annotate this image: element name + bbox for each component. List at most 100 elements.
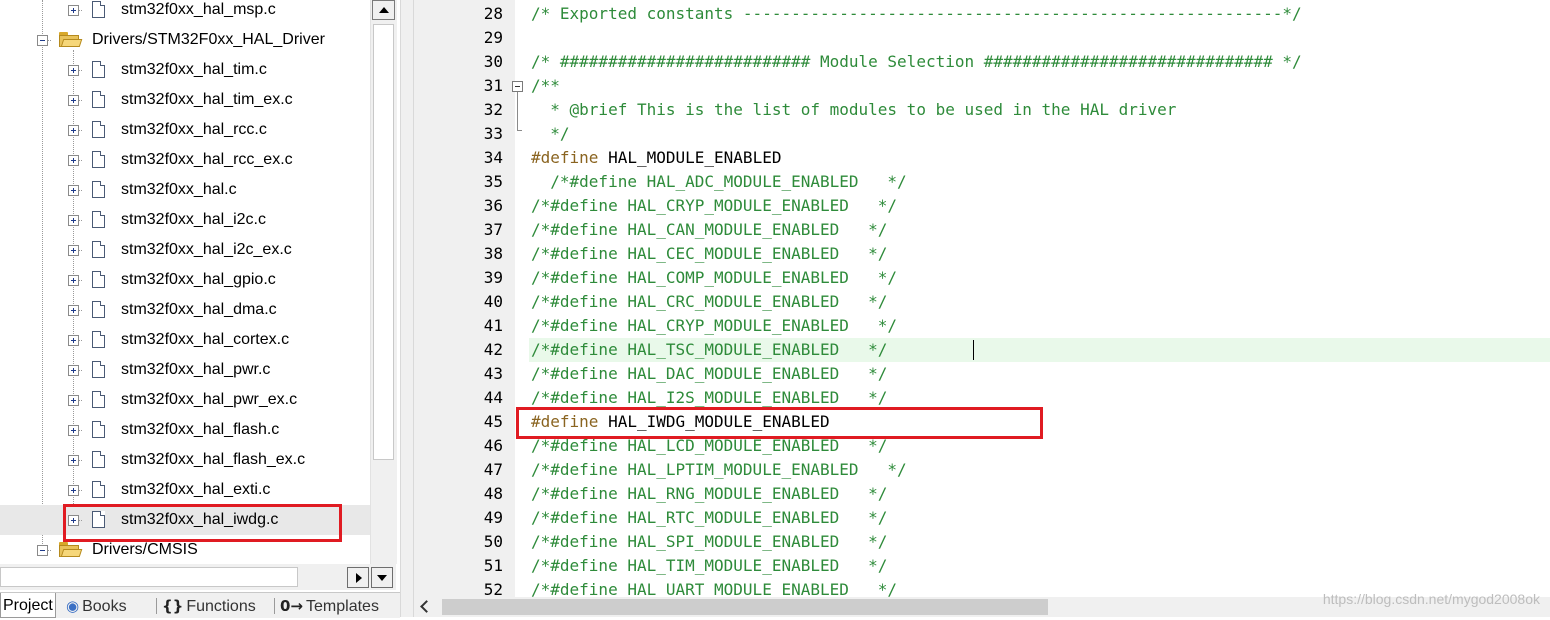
expand-icon[interactable] xyxy=(68,365,79,376)
code-line-45[interactable]: 45 #define HAL_IWDG_MODULE_ENABLED xyxy=(414,410,1550,434)
code-line-48[interactable]: 48 /*#define HAL_RNG_MODULE_ENABLED */ xyxy=(414,482,1550,506)
line-number: 40 xyxy=(483,292,503,311)
expand-icon[interactable] xyxy=(68,335,79,346)
code-line-43[interactable]: 43 /*#define HAL_DAC_MODULE_ENABLED */ xyxy=(414,362,1550,386)
expand-icon[interactable] xyxy=(68,395,79,406)
code-line-41[interactable]: 41 /*#define HAL_CRYP_MODULE_ENABLED */ xyxy=(414,314,1550,338)
tree-file-stm32f0xx-hal-dma-c[interactable]: stm32f0xx_hal_dma.c xyxy=(0,295,370,325)
code-line-39[interactable]: 39 /*#define HAL_COMP_MODULE_ENABLED */ xyxy=(414,266,1550,290)
expand-icon[interactable] xyxy=(68,5,79,16)
expand-icon[interactable] xyxy=(68,65,79,76)
tree-file-stm32f0xx-hal-exti-c[interactable]: stm32f0xx_hal_exti.c xyxy=(0,475,370,505)
code-line-42[interactable]: 42 /*#define HAL_TSC_MODULE_ENABLED */ xyxy=(414,338,1550,362)
scroll-down-button[interactable] xyxy=(371,567,393,588)
line-number: 43 xyxy=(483,364,503,383)
tree-file-stm32f0xx-hal-pwr-ex-c[interactable]: stm32f0xx_hal_pwr_ex.c xyxy=(0,385,370,415)
c-file-icon xyxy=(92,511,105,528)
expand-icon[interactable] xyxy=(68,515,79,526)
tab-separator xyxy=(156,598,157,614)
scroll-thumb[interactable] xyxy=(373,24,394,460)
expand-icon[interactable] xyxy=(68,215,79,226)
tree-item-label: stm32f0xx_hal_pwr_ex.c xyxy=(121,391,298,408)
fold-collapse-icon[interactable] xyxy=(512,81,523,92)
line-number: 35 xyxy=(483,172,503,191)
expand-icon[interactable] xyxy=(68,95,79,106)
code-line-49[interactable]: 49 /*#define HAL_RTC_MODULE_ENABLED */ xyxy=(414,506,1550,530)
tree-folder-drivers-stm32f0xx-hal-driver[interactable]: Drivers/STM32F0xx_HAL_Driver xyxy=(0,25,370,55)
expand-icon[interactable] xyxy=(68,305,79,316)
code-line-31[interactable]: 31 /** xyxy=(414,74,1550,130)
collapse-icon[interactable] xyxy=(37,545,48,556)
watermark: https://blog.csdn.net/mygod2008ok xyxy=(1322,591,1540,607)
code-line-47[interactable]: 47 /*#define HAL_LPTIM_MODULE_ENABLED */ xyxy=(414,458,1550,482)
expand-icon[interactable] xyxy=(68,455,79,466)
code-text: #define HAL_IWDG_MODULE_ENABLED xyxy=(531,410,830,434)
c-file-icon xyxy=(92,451,105,468)
code-line-34[interactable]: 34 #define HAL_MODULE_ENABLED xyxy=(414,146,1550,170)
tab-books[interactable]: ◉ Books xyxy=(66,593,127,618)
tree-file-stm32f0xx-hal-i2c-ex-c[interactable]: stm32f0xx_hal_i2c_ex.c xyxy=(0,235,370,265)
tree-file-stm32f0xx-hal-tim-ex-c[interactable]: stm32f0xx_hal_tim_ex.c xyxy=(0,85,370,115)
panel-splitter[interactable] xyxy=(400,0,414,617)
scroll-thumb[interactable] xyxy=(0,567,298,587)
expand-icon[interactable] xyxy=(68,155,79,166)
tree-folder-drivers-cmsis[interactable]: Drivers/CMSIS xyxy=(0,535,370,564)
code-line-50[interactable]: 50 /*#define HAL_SPI_MODULE_ENABLED */ xyxy=(414,530,1550,554)
tree-file-stm32f0xx-hal-tim-c[interactable]: stm32f0xx_hal_tim.c xyxy=(0,55,370,85)
code-text: /*#define HAL_COMP_MODULE_ENABLED */ xyxy=(531,268,898,287)
tree-horizontal-scrollbar[interactable] xyxy=(0,564,396,590)
code-line-28[interactable]: 28 /* Exported constants ----------------… xyxy=(414,2,1550,26)
code-line-35[interactable]: 35 /*#define HAL_ADC_MODULE_ENABLED */ xyxy=(414,170,1550,194)
expand-icon[interactable] xyxy=(68,125,79,136)
tree-file-stm32f0xx-hal-c[interactable]: stm32f0xx_hal.c xyxy=(0,175,370,205)
expand-icon[interactable] xyxy=(68,425,79,436)
code-text: /*#define HAL_TSC_MODULE_ENABLED */ xyxy=(531,340,888,359)
collapse-icon[interactable] xyxy=(37,35,48,46)
tree-file-stm32f0xx-hal-i2c-c[interactable]: stm32f0xx_hal_i2c.c xyxy=(0,205,370,235)
expand-icon[interactable] xyxy=(68,185,79,196)
code-line-46[interactable]: 46 /*#define HAL_LCD_MODULE_ENABLED */ xyxy=(414,434,1550,458)
code-line-44[interactable]: 44 /*#define HAL_I2S_MODULE_ENABLED */ xyxy=(414,386,1550,410)
expand-icon[interactable] xyxy=(68,485,79,496)
code-line-32[interactable]: 32 * @brief This is the list of modules … xyxy=(414,98,1550,122)
tab-project[interactable]: Project xyxy=(0,593,56,618)
tree-file-stm32f0xx-hal-iwdg-c[interactable]: stm32f0xx_hal_iwdg.c xyxy=(0,505,370,535)
tree-item-label: stm32f0xx_hal_exti.c xyxy=(121,481,271,498)
line-number: 34 xyxy=(483,148,503,167)
code-line-33[interactable]: 33 */ xyxy=(414,122,1550,146)
code-line-38[interactable]: 38 /*#define HAL_CEC_MODULE_ENABLED */ xyxy=(414,242,1550,266)
tree-file-stm32f0xx-hal-flash-c[interactable]: stm32f0xx_hal_flash.c xyxy=(0,415,370,445)
tree-file-stm32f0xx-hal-rcc-c[interactable]: stm32f0xx_hal_rcc.c xyxy=(0,115,370,145)
code-text: /*#define HAL_LPTIM_MODULE_ENABLED */ xyxy=(531,460,907,479)
scroll-thumb[interactable] xyxy=(442,599,1048,615)
tree-file-stm32f0xx-hal-msp-c[interactable]: stm32f0xx_hal_msp.c xyxy=(0,0,370,25)
code-line-51[interactable]: 51 /*#define HAL_TIM_MODULE_ENABLED */ xyxy=(414,554,1550,578)
code-text: /*#define HAL_CRC_MODULE_ENABLED */ xyxy=(531,292,888,311)
scroll-left-button[interactable] xyxy=(418,600,434,614)
tree-file-stm32f0xx-hal-gpio-c[interactable]: stm32f0xx_hal_gpio.c xyxy=(0,265,370,295)
scroll-up-button[interactable] xyxy=(372,0,395,20)
expand-icon[interactable] xyxy=(68,245,79,256)
c-file-icon xyxy=(92,181,105,198)
code-line-29[interactable]: 29 xyxy=(414,26,1550,50)
line-number: 44 xyxy=(483,388,503,407)
tree-file-stm32f0xx-hal-flash-ex-c[interactable]: stm32f0xx_hal_flash_ex.c xyxy=(0,445,370,475)
line-number: 37 xyxy=(483,220,503,239)
expand-icon[interactable] xyxy=(68,275,79,286)
tree-file-stm32f0xx-hal-rcc-ex-c[interactable]: stm32f0xx_hal_rcc_ex.c xyxy=(0,145,370,175)
tab-templates[interactable]: 0→ Templates xyxy=(280,593,379,618)
code-line-40[interactable]: 40 /*#define HAL_CRC_MODULE_ENABLED */ xyxy=(414,290,1550,314)
tab-functions[interactable]: {} Functions xyxy=(162,593,256,618)
scroll-right-button[interactable] xyxy=(347,567,369,588)
code-line-36[interactable]: 36 /*#define HAL_CRYP_MODULE_ENABLED */ xyxy=(414,194,1550,218)
code-line-30[interactable]: 30 /* ########################## Module S… xyxy=(414,50,1550,74)
tree-file-stm32f0xx-hal-pwr-c[interactable]: stm32f0xx_hal_pwr.c xyxy=(0,355,370,385)
tree-vertical-scrollbar[interactable] xyxy=(370,0,397,564)
code-text: */ xyxy=(531,124,570,143)
code-editor[interactable]: 28 /* Exported constants ----------------… xyxy=(414,0,1550,617)
code-line-37[interactable]: 37 /*#define HAL_CAN_MODULE_ENABLED */ xyxy=(414,218,1550,242)
tree-item-label: stm32f0xx_hal_dma.c xyxy=(121,301,277,318)
preprocessor-directive: #define xyxy=(531,412,599,431)
tree-file-stm32f0xx-hal-cortex-c[interactable]: stm32f0xx_hal_cortex.c xyxy=(0,325,370,355)
tree-item-label: stm32f0xx_hal_i2c.c xyxy=(121,211,266,228)
